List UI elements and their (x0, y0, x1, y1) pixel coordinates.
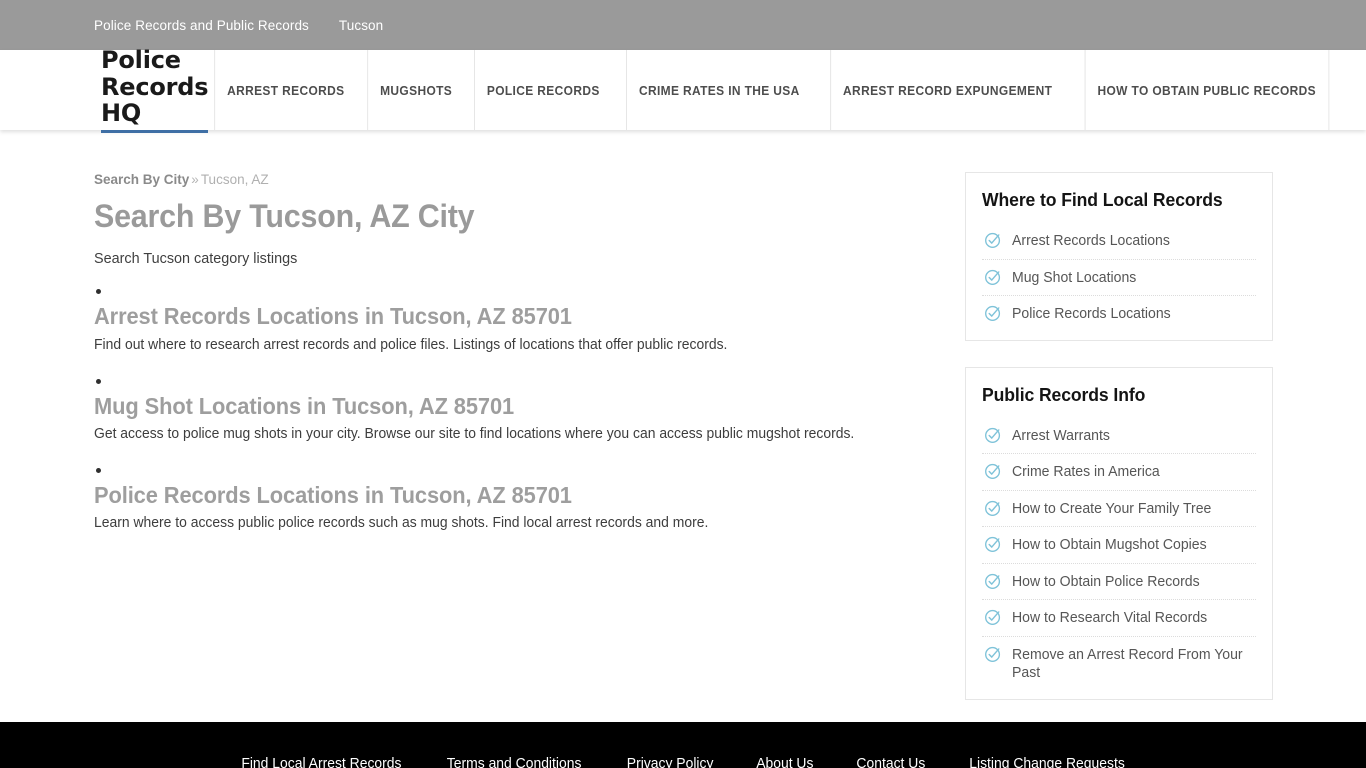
breadcrumb-link-search-by-city[interactable]: Search By City (94, 172, 189, 187)
check-circle-icon (984, 231, 1002, 249)
footer-link-find-local-arrest-records[interactable]: Find Local Arrest Records (241, 756, 401, 768)
list-item[interactable]: How to Obtain Mugshot Copies (982, 527, 1256, 564)
check-circle-icon (984, 499, 1002, 517)
sidebar-link-crime-rates-in-america[interactable]: Crime Rates in America (1012, 462, 1160, 482)
topbar-link-police-records-and-public-records[interactable]: Police Records and Public Records (94, 18, 309, 33)
check-circle-icon (984, 304, 1002, 322)
widget-link-list: Arrest Warrants Crime Rates in America H… (982, 418, 1256, 691)
check-circle-icon (984, 462, 1002, 480)
bullet-icon (96, 467, 101, 473)
check-circle-icon (984, 535, 1002, 553)
sidebar-link-mug-shot-locations[interactable]: Mug Shot Locations (1012, 268, 1136, 288)
nav-item-arrest-records[interactable]: ARREST RECORDS (214, 50, 357, 130)
main-content: Search By City» Tucson, AZ Search By Tucs… (93, 172, 953, 726)
sidebar-link-how-to-research-vital-records[interactable]: How to Research Vital Records (1012, 608, 1207, 628)
breadcrumb: Search By City» Tucson, AZ (94, 172, 953, 188)
widget-where-to-find-local-records: Where to Find Local Records Arrest Recor… (965, 172, 1273, 341)
listing-description: Find out where to research arrest record… (94, 336, 728, 353)
listing-list: Arrest Records Locations in Tucson, AZ 8… (94, 289, 953, 531)
listing-link-mug-shot-locations[interactable]: Mug Shot Locations in Tucson, AZ 85701 (94, 393, 514, 419)
page-intro-text: Search Tucson category listings (94, 250, 298, 268)
listing-description: Get access to police mug shots in your c… (94, 425, 855, 442)
bullet-icon (96, 378, 101, 384)
footer-links: Find Local Arrest Records Terms and Cond… (93, 722, 1273, 768)
sidebar-link-how-to-create-your-family-tree[interactable]: How to Create Your Family Tree (1012, 499, 1211, 519)
check-circle-icon (984, 572, 1002, 590)
nav-item-crime-rates-in-the-usa[interactable]: CRIME RATES IN THE USA (626, 50, 812, 130)
list-item[interactable]: Mug Shot Locations (982, 260, 1256, 297)
site-logo[interactable]: Police Records HQ (101, 47, 209, 133)
footer-link-terms-and-conditions[interactable]: Terms and Conditions (447, 756, 582, 768)
site-header: Police Records HQ ARREST RECORDS MUGSHOT… (0, 47, 1366, 133)
check-circle-icon (984, 268, 1002, 286)
check-circle-icon (984, 426, 1002, 444)
listing-title: Mug Shot Locations in Tucson, AZ 85701 (94, 393, 910, 419)
widget-link-list: Arrest Records Locations Mug Shot Locati… (982, 223, 1256, 332)
breadcrumb-separator: » (191, 172, 199, 187)
sidebar-link-arrest-records-locations[interactable]: Arrest Records Locations (1012, 231, 1170, 251)
top-utility-bar: Police Records and Public Records Tucson (0, 0, 1366, 50)
page-body: Search By City» Tucson, AZ Search By Tucs… (93, 130, 1273, 726)
list-item[interactable]: Remove an Arrest Record From Your Past (982, 637, 1256, 691)
sidebar-link-arrest-warrants[interactable]: Arrest Warrants (1012, 426, 1110, 446)
footer-link-contact-us[interactable]: Contact Us (856, 756, 925, 768)
footer-link-about-us[interactable]: About Us (756, 756, 813, 768)
topbar-link-tucson[interactable]: Tucson (339, 18, 383, 33)
list-item[interactable]: Arrest Warrants (982, 418, 1256, 455)
listing-title: Arrest Records Locations in Tucson, AZ 8… (94, 304, 910, 329)
check-circle-icon (984, 608, 1002, 626)
listing-description: Learn where to access public police reco… (94, 515, 709, 532)
nav-item-police-records[interactable]: POLICE RECORDS (474, 50, 612, 130)
nav-item-arrest-record-expungement[interactable]: ARREST RECORD EXPUNGEMENT (829, 50, 1064, 130)
list-item: Arrest Records Locations in Tucson, AZ 8… (94, 289, 953, 353)
logo-container: Police Records HQ (93, 47, 209, 133)
nav-item-how-to-obtain-public-records[interactable]: HOW TO OBTAIN PUBLIC RECORDS (1084, 50, 1329, 130)
sidebar-link-how-to-obtain-police-records[interactable]: How to Obtain Police Records (1012, 572, 1200, 592)
list-item[interactable]: Crime Rates in America (982, 454, 1256, 491)
footer-link-privacy-policy[interactable]: Privacy Policy (627, 756, 714, 768)
sidebar: Where to Find Local Records Arrest Recor… (965, 172, 1273, 726)
list-item: Police Records Locations in Tucson, AZ 8… (94, 467, 953, 532)
top-utility-bar-inner: Police Records and Public Records Tucson (93, 18, 1273, 33)
check-circle-icon (984, 645, 1002, 663)
listing-link-arrest-records-locations[interactable]: Arrest Records Locations in Tucson, AZ 8… (94, 303, 572, 329)
list-item: Mug Shot Locations in Tucson, AZ 85701 G… (94, 378, 953, 442)
sidebar-link-remove-an-arrest-record-from-your-past[interactable]: Remove an Arrest Record From Your Past (1012, 645, 1249, 683)
sidebar-link-police-records-locations[interactable]: Police Records Locations (1012, 304, 1171, 324)
list-item[interactable]: Police Records Locations (982, 296, 1256, 332)
list-item[interactable]: How to Research Vital Records (982, 600, 1256, 637)
listing-title: Police Records Locations in Tucson, AZ 8… (94, 482, 910, 508)
site-header-inner: Police Records HQ ARREST RECORDS MUGSHOT… (93, 47, 1329, 133)
listing-link-police-records-locations[interactable]: Police Records Locations in Tucson, AZ 8… (94, 482, 572, 508)
nav-item-mugshots[interactable]: MUGSHOTS (367, 50, 464, 130)
list-item[interactable]: Arrest Records Locations (982, 223, 1256, 260)
sidebar-link-how-to-obtain-mugshot-copies[interactable]: How to Obtain Mugshot Copies (1012, 535, 1207, 555)
breadcrumb-current: Tucson, AZ (200, 172, 269, 187)
list-item[interactable]: How to Obtain Police Records (982, 564, 1256, 601)
footer-link-listing-change-requests[interactable]: Listing Change Requests (970, 756, 1126, 768)
list-item[interactable]: How to Create Your Family Tree (982, 491, 1256, 528)
widget-title: Where to Find Local Records (982, 189, 1223, 210)
site-footer: Find Local Arrest Records Terms and Cond… (0, 722, 1366, 768)
page-title: Search By Tucson, AZ City (94, 198, 475, 235)
bullet-icon (96, 289, 101, 295)
widget-title: Public Records Info (982, 383, 1146, 405)
main-navigation: ARREST RECORDS MUGSHOTS POLICE RECORDS C… (208, 50, 1339, 130)
widget-public-records-info: Public Records Info Arrest Warrants Crim… (965, 366, 1273, 701)
